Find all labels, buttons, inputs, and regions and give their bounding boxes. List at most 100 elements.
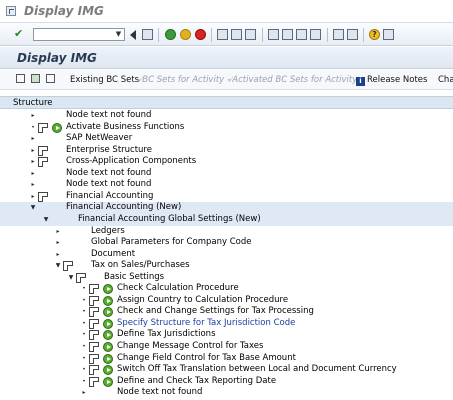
expand-node-icon[interactable]: ▸ [29,110,37,120]
command-field-dropdown-icon[interactable]: ▼ [114,30,123,39]
documentation-icon[interactable] [76,272,86,283]
tree-node[interactable]: ▸ Cross-Application Components [0,156,453,168]
tree-node-label[interactable]: Define and Check Tax Reporting Date [117,376,276,388]
documentation-icon[interactable] [38,122,48,133]
documentation-icon[interactable] [89,342,99,352]
documentation-icon[interactable] [89,330,99,341]
shortcut-icon[interactable] [347,29,358,40]
tree-node[interactable]: ▸ Node text not found [0,179,453,191]
collapse-node-icon[interactable]: ▼ [42,214,50,224]
tree-node[interactable]: ▼ Basic Settings [0,272,453,284]
tree-node-label[interactable]: Activate Business Functions [66,122,184,134]
execute-activity-icon[interactable] [103,330,113,341]
tree-node-label[interactable]: Global Parameters for Company Code [91,237,251,249]
layout-menu-icon[interactable] [383,29,394,40]
expand-node-icon[interactable]: ▸ [54,226,62,236]
documentation-icon[interactable] [89,376,99,387]
exit-icon[interactable] [180,29,191,40]
tree-node[interactable]: ▸ Financial Accounting [0,191,453,203]
tree-node[interactable]: • Switch Off Tax Translation between Loca… [0,364,453,376]
find-next-icon[interactable] [245,29,256,40]
execute-activity-icon[interactable] [103,376,113,387]
execute-activity-icon[interactable] [103,295,113,306]
expand-node-icon[interactable]: ▸ [54,237,62,247]
activated-bc-sets-button[interactable]: ৵Activated BC Sets for Activity [227,74,357,87]
tree-node[interactable]: ▸ Node text not found [0,110,453,122]
tree-node-label[interactable]: SAP NetWeaver [66,133,132,145]
previous-page-icon[interactable] [282,29,293,40]
tree-node-label[interactable]: Tax on Sales/Purchases [91,260,190,272]
last-page-icon[interactable] [310,29,321,40]
expand-node-icon[interactable]: ▸ [54,249,62,259]
expand-subtree-button[interactable] [16,74,27,87]
execute-activity-icon[interactable] [103,318,113,329]
tree-node[interactable]: ▼ Tax on Sales/Purchases [0,260,453,272]
expand-node-icon[interactable]: ▸ [29,191,37,201]
save-icon[interactable] [142,29,153,40]
execute-activity-icon[interactable] [52,122,62,133]
release-notes-button[interactable]: i Release Notes [356,74,427,87]
change-log-button[interactable]: Cha [438,74,453,87]
tree-node[interactable]: ▸ Node text not found [0,168,453,180]
tree-node-label[interactable]: Cross-Application Components [66,156,196,168]
execute-activity-icon[interactable] [103,353,113,364]
command-field[interactable]: ▼ [33,28,125,41]
tree-node[interactable]: • Change Message Control for Taxes [0,341,453,353]
documentation-icon[interactable] [89,353,99,364]
new-session-icon[interactable] [333,29,344,40]
tree-node[interactable]: ▸ Node text not found [0,387,453,399]
documentation-icon[interactable] [89,307,99,318]
tree-node[interactable]: • Define and Check Tax Reporting Date [0,376,453,388]
tree-node-label[interactable]: Node text not found [66,110,151,122]
tree-node[interactable]: • Assign Country to Calculation Procedure [0,295,453,307]
expand-node-icon[interactable]: ▸ [29,156,37,166]
change-button[interactable] [46,74,57,87]
tree-node-label[interactable]: Basic Settings [104,272,164,284]
tree-node-label[interactable]: Change Message Control for Taxes [117,341,263,353]
tree-node[interactable]: ▸ Document [0,249,453,261]
tree-node[interactable]: ▸ Enterprise Structure [0,145,453,157]
tree-node[interactable]: • Check and Change Settings for Tax Proce… [0,306,453,318]
where-used-button[interactable] [31,74,42,87]
execute-activity-icon[interactable] [103,342,113,352]
find-icon[interactable] [231,29,242,40]
tree-node-label[interactable]: Assign Country to Calculation Procedure [117,295,288,307]
tree-node-label[interactable]: Check Calculation Procedure [117,283,239,295]
tree-node[interactable]: • Check Calculation Procedure [0,283,453,295]
help-icon[interactable]: ? [369,29,380,40]
tree-node-label[interactable]: Ledgers [91,226,125,238]
documentation-icon[interactable] [38,157,48,168]
documentation-icon[interactable] [89,365,99,376]
documentation-icon[interactable] [89,284,99,295]
expand-node-icon[interactable]: ▸ [80,387,88,397]
tree-node[interactable]: • Change Field Control for Tax Base Amoun… [0,353,453,365]
expand-node-icon[interactable]: ▸ [29,179,37,189]
tree-node-label[interactable]: Enterprise Structure [66,145,152,157]
existing-bc-sets-button[interactable]: Existing BC Sets [70,74,139,87]
tree-node[interactable]: ▸ Global Parameters for Company Code [0,237,453,249]
bc-sets-for-activity-button[interactable]: ৵BC Sets for Activity [137,74,224,87]
next-page-icon[interactable] [296,29,307,40]
documentation-icon[interactable] [89,318,99,329]
back-icon[interactable] [165,29,176,40]
tree-node-label[interactable]: Define Tax Jurisdictions [117,329,216,341]
tree-node-label[interactable]: Switch Off Tax Translation between Local… [117,364,397,376]
execute-activity-icon[interactable] [103,284,113,295]
collapse-node-icon[interactable]: ▼ [54,260,62,270]
tree-node[interactable]: • Activate Business Functions [0,122,453,134]
tree-node-label[interactable]: Node text not found [117,387,202,399]
tree-node[interactable]: • Specify Structure for Tax Jurisdiction … [0,318,453,330]
documentation-icon[interactable] [89,295,99,306]
documentation-icon[interactable] [38,191,48,202]
cancel-icon[interactable] [195,29,206,40]
tree-node-label[interactable]: Specify Structure for Tax Jurisdiction C… [117,318,295,330]
tree-node-label[interactable]: Change Field Control for Tax Base Amount [117,353,296,365]
expand-node-icon[interactable]: ▸ [29,145,37,155]
execute-activity-icon[interactable] [103,365,113,376]
tree-node[interactable]: ▸ Ledgers [0,226,453,238]
documentation-icon[interactable] [38,145,48,156]
first-page-icon[interactable] [268,29,279,40]
window-menu-icon[interactable] [6,6,16,16]
tree-node-label[interactable]: Document [91,249,135,261]
tree-node[interactable]: • Define Tax Jurisdictions [0,329,453,341]
